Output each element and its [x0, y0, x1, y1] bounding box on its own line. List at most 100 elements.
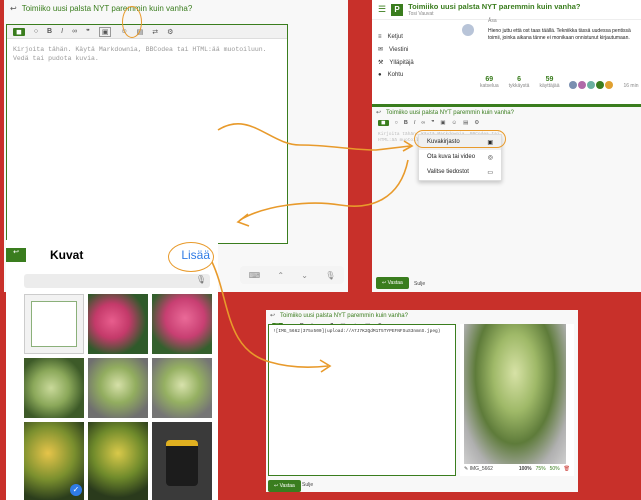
avatar[interactable] [578, 81, 587, 89]
photos-search-bar[interactable]: 🎙 [24, 274, 210, 288]
image-name-label: IMG_5662 [469, 466, 493, 472]
menu-item-label: Valitse tiedostot [427, 169, 469, 175]
link-icon[interactable]: ∞ [72, 28, 77, 35]
result-editor[interactable]: ![IMG_5662|375x500](upload://A7J7K2QdM1T… [268, 324, 456, 476]
menu-item-take-photo[interactable]: Ota kuva tai video ◎ [419, 150, 501, 165]
topic-title[interactable]: Toimiiko uusi palsta NYT paremmin kuin v… [408, 2, 580, 11]
sidebar-item-kohtu[interactable]: ● Kohtu [378, 72, 458, 78]
photo-thumb-pink-hydrangea-2[interactable] [152, 294, 212, 354]
photo-thumb-potted-hydrangea-1[interactable] [88, 358, 148, 418]
photos-title: Kuvat [50, 248, 84, 262]
reply-arrow-icon: ↩ [10, 4, 17, 13]
photo-thumb-green-hydrangea-1[interactable] [24, 358, 84, 418]
sidebar-item-yllapitaja[interactable]: ⚒ Ylläpitäjä [378, 59, 458, 67]
sidebar-item-viestini[interactable]: ✉ Viestini [378, 46, 458, 54]
topic-stats: 69 katselua 6 tykkäystä 59 käyttäjää 16 min [480, 76, 640, 89]
link-toggle-icon[interactable]: ⇄ [152, 28, 158, 36]
stat-label: katselua [480, 83, 499, 89]
microphone-icon[interactable]: 🎙 [196, 275, 206, 284]
composer-topic-title[interactable]: Toimiiko uusi palsta NYT paremmin kuin v… [22, 4, 193, 13]
chat-icon[interactable]: ○ [34, 28, 38, 35]
cancel-link[interactable]: Sulje [302, 482, 313, 488]
avatar[interactable] [587, 81, 596, 89]
menu-item-choose-files[interactable]: Valitse tiedostot ▭ [419, 165, 501, 180]
photo-thumb-yellow-leaves-1[interactable]: ✓ [24, 422, 84, 500]
sidebar-item-label: Viestini [389, 46, 409, 53]
reply-button-label: Vastaa [387, 280, 403, 286]
hamburger-menu-icon[interactable]: ☰ [378, 4, 386, 15]
composer-topic-title[interactable]: Toimiiko uusi palsta NYT paremmin kuin v… [280, 313, 408, 319]
trash-icon[interactable]: 🗑 [564, 466, 570, 472]
avatar[interactable] [462, 24, 474, 36]
zoom-50[interactable]: 50% [550, 466, 560, 472]
avatar[interactable] [596, 81, 605, 89]
stat-label: käyttäjää [539, 83, 560, 89]
zoom-100[interactable]: 100% [519, 466, 532, 472]
forum-topbar: ☰ P Toimiiko uusi palsta NYT paremmin ku… [372, 0, 641, 20]
dot-icon: ● [378, 72, 382, 78]
composer-header: ↩ Toimiiko uusi palsta NYT paremmin kuin… [266, 310, 578, 321]
stat-value: 6 [517, 76, 521, 83]
composer-header: ↩ Toimiiko uusi palsta NYT paremmin kuin… [4, 0, 348, 17]
settings-gear-icon[interactable]: ⚙ [167, 28, 173, 36]
photo-thumb-yellow-leaves-2[interactable] [88, 422, 148, 500]
photo-grid: ✓ [24, 294, 218, 500]
reply-button[interactable]: ↩ Vastaa [376, 277, 409, 289]
annotation-circle-menu [414, 130, 506, 148]
post-body: Hieno juttu että ost taas täällä. Teknii… [488, 28, 631, 41]
sidebar-item-label: Ylläpitäjä [389, 59, 414, 66]
stat-value: 16 min [623, 83, 639, 89]
keyboard-icon[interactable]: ⌨ [249, 271, 261, 280]
photo-thumb-screenshot[interactable] [24, 294, 84, 354]
composer-topic-title[interactable]: Toimiiko uusi palsta NYT paremmin kuin v… [386, 110, 514, 116]
sidebar-item-label: Kohtu [387, 72, 404, 78]
bold-icon[interactable]: B [47, 28, 52, 35]
participant-avatars [569, 81, 614, 89]
italic-icon[interactable]: I [414, 120, 416, 126]
sidebar-item-label: Ketjut [387, 34, 403, 40]
forum-composer: ↩ Toimiiko uusi palsta NYT paremmin kuin… [372, 104, 641, 292]
photo-thumb-potted-hydrangea-2[interactable] [152, 358, 212, 418]
microphone-icon[interactable]: 🎙 [325, 271, 335, 280]
link-icon[interactable]: ∞ [421, 120, 425, 126]
menu-item-label: Ota kuva tai video [427, 154, 476, 160]
table-icon[interactable]: ▤ [463, 120, 468, 126]
quote-icon[interactable]: ❞ [86, 28, 90, 36]
quote-icon[interactable]: ❞ [431, 120, 434, 126]
image-name[interactable]: ✎ IMG_5662 [464, 466, 493, 472]
composer-toolbar: ◼ ○ B I ∞ ❞ ▣ ☺ ▤ ⚙ [372, 118, 641, 128]
avatar[interactable] [605, 81, 614, 89]
upload-image-icon[interactable]: ▣ [98, 26, 112, 37]
chevron-up-icon[interactable]: ⌃ [277, 271, 284, 280]
chat-icon[interactable]: ○ [395, 120, 398, 126]
emoji-icon[interactable]: ☺ [452, 120, 458, 126]
sidebar-item-ketjut[interactable]: ≡ Ketjut [378, 34, 458, 40]
cancel-link[interactable]: Sulje [414, 281, 425, 287]
photo-thumb-pink-hydrangea-1[interactable] [88, 294, 148, 354]
reply-button-label: Vastaa [279, 483, 295, 489]
preview-pane: ✎ IMG_5662 100% 75% 50% 🗑 [460, 324, 574, 476]
camera-icon: ◎ [487, 155, 493, 161]
preview-image [464, 324, 566, 464]
wrench-icon: ⚒ [378, 60, 384, 66]
reply-button[interactable]: ↩ Vastaa [268, 480, 301, 492]
chevron-down-icon[interactable]: ⌄ [301, 271, 308, 280]
settings-gear-icon[interactable]: ⚙ [474, 120, 479, 126]
zoom-75[interactable]: 75% [536, 466, 546, 472]
stat-value: 69 [485, 76, 494, 83]
toggle-preview-button[interactable]: ◼ [378, 120, 389, 126]
bold-icon[interactable]: B [404, 120, 408, 126]
composer-textarea[interactable]: Kirjoita tähän. Käytä Markdownia, BBCode… [7, 39, 287, 69]
site-logo[interactable]: P [391, 3, 404, 16]
composer-textarea[interactable]: ![IMG_5662|375x500](upload://A7J7K2QdM1T… [269, 325, 455, 338]
upload-image-icon[interactable]: ▣ [440, 120, 445, 126]
photo-thumb-device[interactable] [152, 422, 212, 500]
result-panel: ↩ Toimiiko uusi palsta NYT paremmin kuin… [266, 310, 578, 492]
toggle-preview-button[interactable]: ◼ [13, 27, 25, 36]
topic-category[interactable]: Tosi Vauvat [408, 11, 580, 17]
avatar[interactable] [569, 81, 578, 89]
image-controls: ✎ IMG_5662 100% 75% 50% 🗑 [464, 466, 570, 472]
post-author[interactable]: Åsa [488, 18, 497, 24]
stat-time: 16 min [623, 83, 638, 89]
italic-icon[interactable]: I [61, 28, 63, 35]
